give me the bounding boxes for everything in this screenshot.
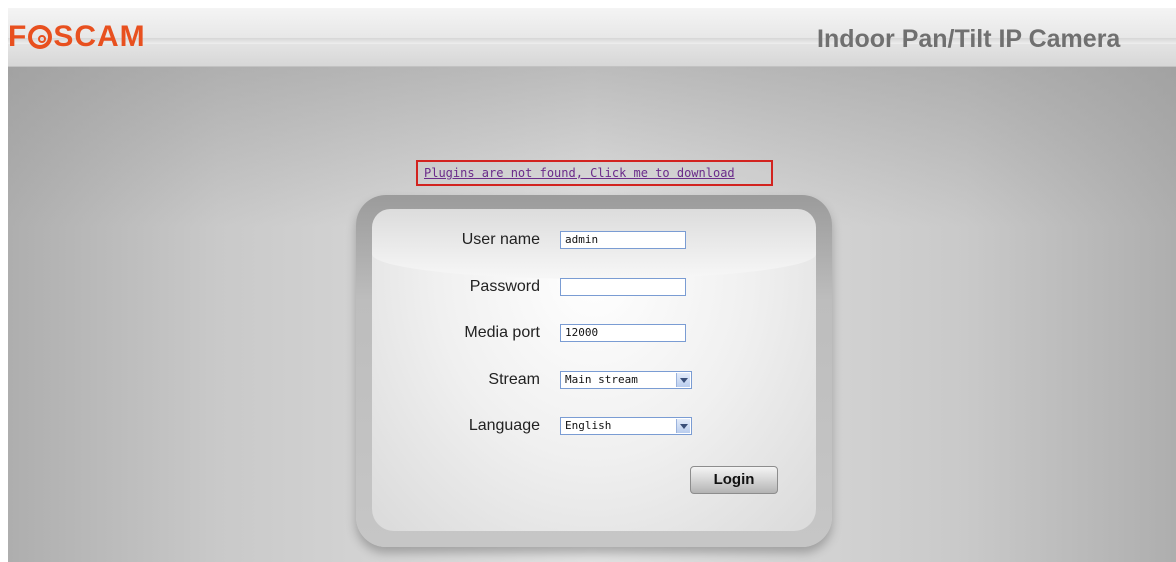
stream-selected-value: Main stream <box>565 373 638 386</box>
logo-letters-scam: SCAM <box>53 20 146 53</box>
media-port-row: Media port <box>400 323 540 345</box>
username-input[interactable]: admin <box>560 231 686 249</box>
login-button[interactable]: Login <box>690 466 778 494</box>
stream-label: Stream <box>488 371 540 388</box>
language-label: Language <box>468 417 540 434</box>
media-port-label: Media port <box>464 324 540 341</box>
password-label: Password <box>469 278 540 295</box>
chevron-down-icon[interactable] <box>676 373 690 387</box>
language-row: Language <box>400 416 540 438</box>
language-selected-value: English <box>565 419 612 432</box>
product-title: Indoor Pan/Tilt IP Camera <box>817 25 1121 53</box>
password-row: Password <box>400 277 540 299</box>
language-select[interactable]: English <box>560 417 692 435</box>
username-label: User name <box>461 231 540 248</box>
username-row: User name <box>400 230 540 252</box>
stream-select[interactable]: Main stream <box>560 371 692 389</box>
media-port-input[interactable]: 12000 <box>560 324 686 342</box>
logo-eye-icon <box>28 25 53 49</box>
header-bar: F SCAM Indoor Pan/Tilt IP Camera <box>8 8 1176 67</box>
logo-letter-f: F <box>8 20 28 53</box>
chevron-down-icon[interactable] <box>676 419 690 433</box>
foscam-logo: F SCAM <box>8 17 146 57</box>
password-input[interactable] <box>560 278 686 296</box>
plugin-notice-box: Plugins are not found, Click me to downl… <box>416 160 773 186</box>
stream-row: Stream <box>400 370 540 392</box>
plugin-download-link[interactable]: Plugins are not found, Click me to downl… <box>424 166 735 180</box>
